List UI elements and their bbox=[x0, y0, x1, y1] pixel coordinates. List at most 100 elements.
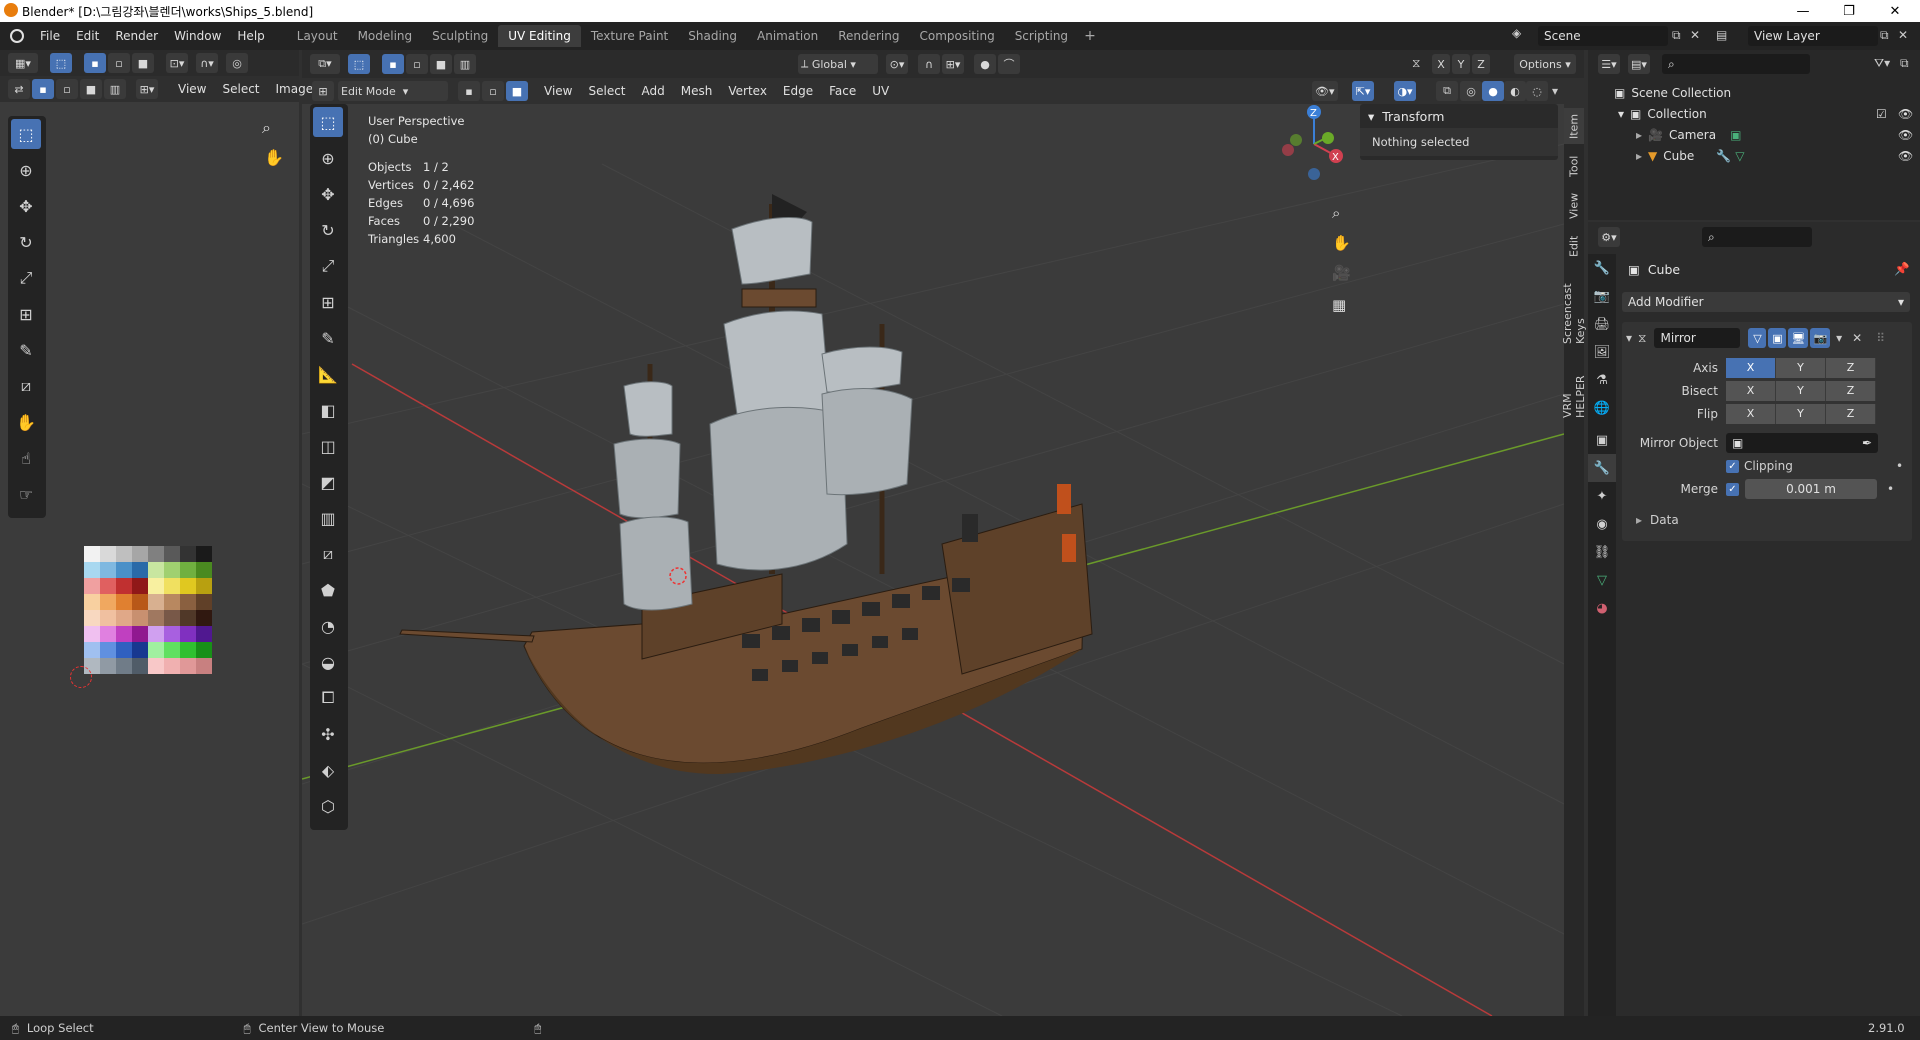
vp-spin-tool-icon[interactable]: ◔ bbox=[313, 611, 343, 641]
viewport-view-icon[interactable]: ⊞ bbox=[312, 81, 334, 101]
outliner-item-camera[interactable]: ▸ 🎥 Camera ▣ 👁 bbox=[1614, 124, 1920, 145]
edit-mode-icon[interactable]: ▣ bbox=[1768, 328, 1787, 348]
outliner-item-cube[interactable]: ▸ ▼ Cube 🔧 ▽ 👁 bbox=[1614, 145, 1920, 166]
menu-file[interactable]: File bbox=[32, 29, 68, 43]
camera-data-icon[interactable]: ▣ bbox=[1730, 128, 1741, 142]
viewport-subtract-icon[interactable]: ■ bbox=[430, 54, 452, 74]
axis-y-toggle[interactable]: Y bbox=[1776, 357, 1826, 378]
uv-canvas[interactable]: ⬚ ⊕ ✥ ↻ ⤢ ⊞ ✎ ⧄ ✋ ☝ ☞ ⌕ ✋ bbox=[0, 102, 299, 1016]
menu-window[interactable]: Window bbox=[166, 29, 229, 43]
uv-edge-icon[interactable]: ▫ bbox=[56, 79, 78, 99]
tab-scripting[interactable]: Scripting bbox=[1005, 25, 1078, 47]
viewport-menu-edge[interactable]: Edge bbox=[775, 84, 821, 98]
vertex-select-icon[interactable]: ▪ bbox=[84, 53, 106, 73]
vp-pan-icon[interactable]: ✋ bbox=[1332, 234, 1351, 252]
mirror-axis-z-button[interactable]: Z bbox=[1472, 54, 1490, 74]
add-modifier-dropdown[interactable]: Add Modifier ▾ bbox=[1622, 292, 1910, 312]
constraints-tab-icon[interactable]: ⛓ bbox=[1588, 538, 1616, 566]
tab-shading[interactable]: Shading bbox=[678, 25, 747, 47]
menu-help[interactable]: Help bbox=[229, 29, 272, 43]
solid-shading-icon[interactable]: ● bbox=[1482, 81, 1504, 101]
flip-x-toggle[interactable]: X bbox=[1726, 403, 1776, 424]
outliner-search-input[interactable]: ⌕ bbox=[1662, 54, 1810, 74]
overlay-icon[interactable]: ◑▾ bbox=[1394, 81, 1416, 101]
axis-x-toggle[interactable]: X bbox=[1726, 357, 1776, 378]
viewport-intersect-icon[interactable]: ▥ bbox=[454, 54, 476, 74]
vp-move-tool-icon[interactable]: ✥ bbox=[313, 179, 343, 209]
snap-toggle-icon[interactable]: ∩ bbox=[918, 54, 940, 74]
rotate-tool-icon[interactable]: ↻ bbox=[11, 227, 41, 257]
vp-cursor-tool-icon[interactable]: ⊕ bbox=[313, 143, 343, 173]
rendered-shading-icon[interactable]: ◌ bbox=[1526, 81, 1548, 101]
editor-type-icon[interactable]: ▦▾ bbox=[8, 53, 38, 73]
bisect-y-toggle[interactable]: Y bbox=[1776, 380, 1826, 401]
filter-icon[interactable]: ⛛▾ bbox=[1874, 56, 1890, 71]
tab-animation[interactable]: Animation bbox=[747, 25, 828, 47]
mirror-axis-y-button[interactable]: Y bbox=[1452, 54, 1470, 74]
particles-tab-icon[interactable]: ✦ bbox=[1588, 482, 1616, 510]
pin-icon[interactable]: 📌 bbox=[1894, 261, 1910, 277]
vp-inset-tool-icon[interactable]: ◫ bbox=[313, 431, 343, 461]
transform-tool-icon[interactable]: ⊞ bbox=[11, 299, 41, 329]
vp-shear-tool-icon[interactable]: ⬖ bbox=[313, 755, 343, 785]
delete-scene-icon[interactable]: ✕ bbox=[1690, 28, 1700, 42]
vp-bevel-tool-icon[interactable]: ◩ bbox=[313, 467, 343, 497]
vp-camera-icon[interactable]: 🎥 bbox=[1332, 264, 1351, 282]
proportional-icon[interactable]: ◎ bbox=[226, 53, 248, 73]
tool-tab-icon[interactable]: 🔧 bbox=[1588, 254, 1616, 282]
snap-icon[interactable]: ∩▾ bbox=[196, 53, 218, 73]
visibility-icon[interactable]: 👁▾ bbox=[1312, 81, 1338, 101]
modifier-icon[interactable]: 🔧 bbox=[1716, 149, 1731, 163]
pivot-point-icon[interactable]: ⊙▾ bbox=[886, 54, 908, 74]
tab-rendering[interactable]: Rendering bbox=[828, 25, 909, 47]
falloff-icon[interactable]: ⌒ bbox=[998, 54, 1020, 74]
mode-selector[interactable]: Edit Mode ▾ bbox=[338, 81, 448, 101]
render-icon[interactable]: 📷 bbox=[1810, 328, 1831, 348]
uv-menu-view[interactable]: View bbox=[170, 82, 214, 96]
sidebar-tab-view[interactable]: View bbox=[1564, 188, 1584, 224]
sticky-select-icon[interactable]: ⊞▾ bbox=[136, 79, 158, 99]
transform-panel-header[interactable]: ▾ Transform bbox=[1360, 104, 1558, 128]
keyframe-dot-icon[interactable]: • bbox=[1896, 459, 1903, 473]
eyedropper-icon[interactable]: ✒ bbox=[1862, 436, 1872, 450]
sidebar-tab-tool[interactable]: Tool bbox=[1564, 148, 1584, 184]
realtime-icon[interactable]: 🖥 bbox=[1788, 328, 1809, 348]
mesh-data-icon[interactable]: ▽ bbox=[1735, 149, 1744, 163]
new-view-layer-icon[interactable]: ⧉ bbox=[1880, 28, 1889, 43]
pan-icon[interactable]: ✋ bbox=[264, 148, 284, 167]
viewport-select-icon[interactable]: ⬚ bbox=[348, 54, 370, 74]
vp-rotate-tool-icon[interactable]: ↻ bbox=[313, 215, 343, 245]
object-tab-icon[interactable]: ▣ bbox=[1588, 426, 1616, 454]
material-shading-icon[interactable]: ◐ bbox=[1504, 81, 1526, 101]
uv-menu-select[interactable]: Select bbox=[214, 82, 267, 96]
rip-tool-icon[interactable]: ⧄ bbox=[11, 371, 41, 401]
vp-select-tool-icon[interactable]: ⬚ bbox=[313, 107, 343, 137]
maximize-button[interactable]: ❐ bbox=[1826, 0, 1872, 22]
delete-view-layer-icon[interactable]: ✕ bbox=[1898, 28, 1908, 42]
properties-search-input[interactable]: ⌕ bbox=[1702, 227, 1812, 247]
sync-selection-icon[interactable]: ⇄ bbox=[8, 79, 30, 99]
output-tab-icon[interactable]: 🖨 bbox=[1588, 310, 1616, 338]
uv-face-icon[interactable]: ■ bbox=[80, 79, 102, 99]
vp-zoom-icon[interactable]: ⌕ bbox=[1332, 204, 1340, 222]
grab-tool-icon[interactable]: ✋ bbox=[11, 407, 41, 437]
mesh-vertex-mode-icon[interactable]: ▪ bbox=[458, 81, 480, 101]
3d-viewport[interactable]: ⬚ ⊕ ✥ ↻ ⤢ ⊞ ✎ 📐 ◧ ◫ ◩ ▥ ⧄ ⬟ ◔ ◒ ⧠ ✣ ⬖ ⬡ … bbox=[302, 104, 1564, 1016]
zoom-icon[interactable]: ⌕ bbox=[262, 118, 271, 138]
world-tab-icon[interactable]: 🌐 bbox=[1588, 394, 1616, 422]
bisect-x-toggle[interactable]: X bbox=[1726, 380, 1776, 401]
menu-edit[interactable]: Edit bbox=[68, 29, 107, 43]
select-tool-icon[interactable]: ⬚ bbox=[11, 119, 41, 149]
view-layer-icon[interactable]: ▤ bbox=[1716, 28, 1727, 42]
vp-extrude-tool-icon[interactable]: ◧ bbox=[313, 395, 343, 425]
flip-y-toggle[interactable]: Y bbox=[1776, 403, 1826, 424]
merge-distance-field[interactable]: 0.001 m bbox=[1745, 479, 1877, 499]
viewport-menu-mesh[interactable]: Mesh bbox=[673, 84, 721, 98]
viewport-box-select-icon[interactable]: ▪ bbox=[382, 54, 404, 74]
material-tab-icon[interactable]: ◕ bbox=[1588, 594, 1616, 622]
expand-icon[interactable]: ▾ bbox=[1618, 107, 1624, 121]
scene-selector[interactable]: Scene bbox=[1538, 26, 1668, 46]
scene-tab-icon[interactable]: ⚗ bbox=[1588, 366, 1616, 394]
modifier-tab-icon[interactable]: 🔧 bbox=[1588, 454, 1616, 482]
mirror-object-field[interactable]: ▣ ✒ bbox=[1726, 433, 1878, 453]
